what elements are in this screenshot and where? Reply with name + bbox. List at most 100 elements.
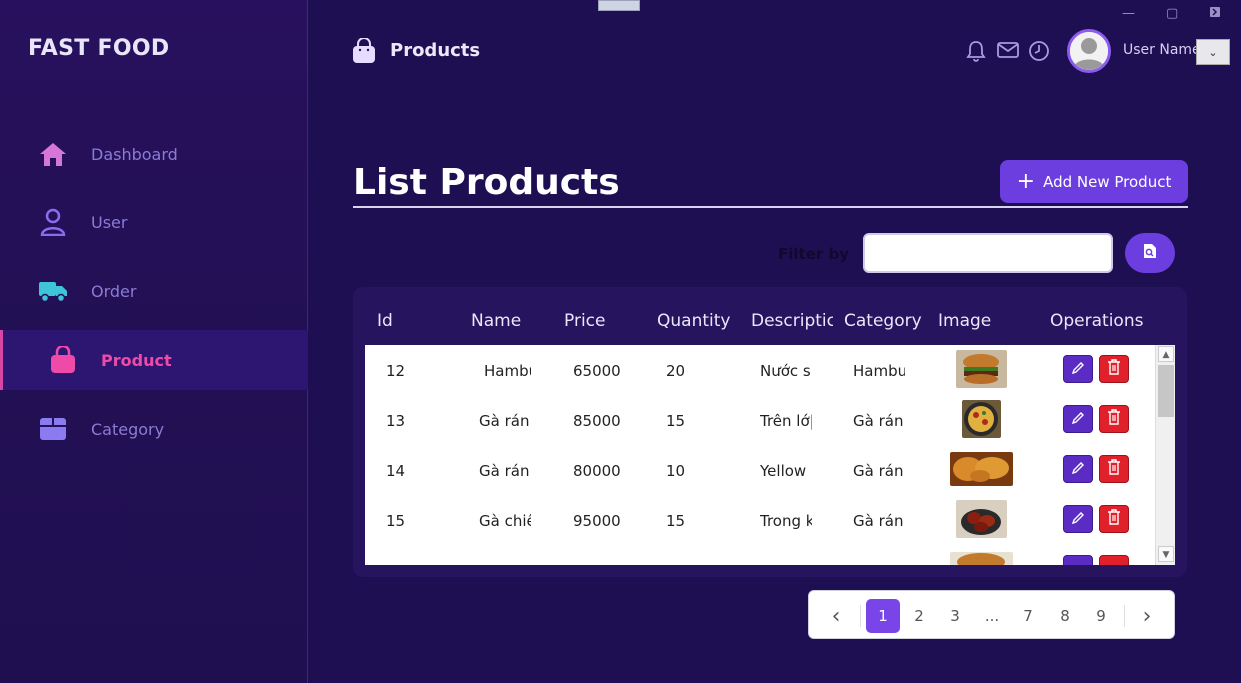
table-scrollbar[interactable]: ▲ ▼ <box>1155 345 1175 565</box>
pagination-page[interactable]: 9 <box>1084 599 1118 633</box>
cell-quantity: 10 <box>666 462 686 480</box>
table-row[interactable] <box>365 545 1155 565</box>
delete-button[interactable] <box>1099 505 1129 533</box>
sidebar-item-dashboard[interactable]: Dashboard <box>0 124 308 184</box>
mail-icon[interactable] <box>997 40 1019 64</box>
cell-category: Hambu <box>853 362 905 380</box>
delete-button[interactable] <box>1099 455 1129 483</box>
delete-button[interactable] <box>1099 405 1129 433</box>
user-icon <box>38 207 68 237</box>
delete-button[interactable] <box>1099 355 1129 383</box>
column-header-description: Descriptic <box>751 311 833 331</box>
clock-icon[interactable] <box>1028 40 1050 66</box>
truck-icon <box>38 276 68 306</box>
chevron-down-icon: ⌄ <box>1208 45 1218 59</box>
cell-price: 80000 <box>573 462 621 480</box>
edit-button[interactable] <box>1063 455 1093 483</box>
page-title: List Products <box>353 162 620 203</box>
cell-id: 13 <box>386 412 406 430</box>
sidebar-item-label: Order <box>91 281 137 301</box>
pagination-page[interactable]: 7 <box>1011 599 1045 633</box>
add-product-button[interactable]: + Add New Product <box>1000 160 1188 203</box>
sidebar-item-order[interactable]: Order <box>0 261 308 321</box>
minimize-button[interactable]: — <box>1122 6 1135 21</box>
sidebar-item-product[interactable]: Product <box>0 330 308 390</box>
edit-button[interactable] <box>1063 505 1093 533</box>
cell-name: Hambu <box>484 362 531 380</box>
table-row[interactable]: 12 Hambu 65000 20 Nước s Hambu <box>365 345 1155 395</box>
column-header-operations: Operations <box>1050 311 1144 331</box>
bell-icon[interactable] <box>966 40 986 66</box>
pagination-page[interactable]: 8 <box>1048 599 1082 633</box>
table-body[interactable]: 12 Hambu 65000 20 Nước s Hambu 13 Gà rán… <box>365 345 1175 565</box>
title-divider <box>353 206 1188 208</box>
table-row[interactable]: 13 Gà rán 85000 15 Trên lớ| Gà rán <box>365 395 1155 445</box>
product-image <box>950 552 1013 565</box>
pagination-page[interactable]: 3 <box>938 599 972 633</box>
pencil-icon <box>1071 360 1085 379</box>
search-icon <box>1142 243 1158 263</box>
table-row[interactable]: 14 Gà rán 80000 10 Yellow Gà rán <box>365 445 1155 495</box>
scroll-up-icon[interactable]: ▲ <box>1158 346 1174 362</box>
cell-quantity: 15 <box>666 512 686 530</box>
shopping-bag-icon <box>48 345 78 375</box>
cell-category: Gà rán <box>853 412 904 430</box>
cell-name: Gà chiê <box>479 512 531 530</box>
product-image <box>950 452 1013 486</box>
cell-quantity: 20 <box>666 362 686 380</box>
maximize-button[interactable]: ▢ <box>1166 6 1178 21</box>
pagination-divider <box>1124 605 1125 627</box>
window-drag-handle[interactable] <box>598 0 640 11</box>
table-row[interactable]: 15 Gà chiê 95000 15 Trong k Gà rán <box>365 495 1155 545</box>
trash-icon <box>1107 459 1121 479</box>
edit-button[interactable] <box>1063 355 1093 383</box>
pagination-prev-button[interactable]: ‹ <box>819 599 853 633</box>
pencil-icon <box>1071 460 1085 479</box>
sidebar-item-label: User <box>91 212 128 232</box>
column-header-price: Price <box>564 311 606 331</box>
cell-name: Gà rán <box>479 462 530 480</box>
sidebar-item-label: Dashboard <box>91 144 178 164</box>
product-image <box>962 400 1001 438</box>
cell-id: 14 <box>386 462 406 480</box>
cell-price: 95000 <box>573 512 621 530</box>
sidebar-item-user[interactable]: User <box>0 192 308 252</box>
page-header-title: Products <box>390 40 481 61</box>
shopping-bag-icon <box>352 37 376 68</box>
delete-button[interactable] <box>1099 555 1129 565</box>
pagination-ellipsis: ... <box>984 607 1000 625</box>
column-header-category: Category <box>844 311 922 331</box>
filter-input[interactable] <box>863 233 1113 273</box>
cell-category: Gà rán <box>853 462 904 480</box>
scroll-down-icon[interactable]: ▼ <box>1158 546 1174 562</box>
pagination-page[interactable]: 2 <box>902 599 936 633</box>
filter-search-button[interactable] <box>1125 233 1175 273</box>
user-dropdown[interactable]: ⌄ <box>1196 39 1230 65</box>
trash-icon <box>1107 409 1121 429</box>
products-table: Id Name Price Quantity Descriptic Catego… <box>353 287 1187 577</box>
filter-label: Filter by <box>778 245 850 263</box>
cell-price: 85000 <box>573 412 621 430</box>
cell-description: Nước s <box>760 362 810 380</box>
avatar[interactable] <box>1067 29 1111 73</box>
product-image <box>956 500 1007 538</box>
trash-icon <box>1107 509 1121 529</box>
pagination-page[interactable]: 1 <box>866 599 900 633</box>
plus-icon: + <box>1016 168 1036 194</box>
edit-button[interactable] <box>1063 405 1093 433</box>
sidebar: FAST FOOD Dashboard User Order Product C… <box>0 0 308 683</box>
column-header-name: Name <box>471 311 522 331</box>
cell-id: 12 <box>386 362 406 380</box>
column-header-image: Image <box>938 311 992 331</box>
product-image <box>956 350 1007 388</box>
edit-button[interactable] <box>1063 555 1093 565</box>
close-button[interactable] <box>1209 6 1221 22</box>
cell-description: Trên lớ| <box>760 412 812 430</box>
scrollbar-thumb[interactable] <box>1158 365 1174 417</box>
pagination: ‹ 1 2 3 ... 7 8 9 › <box>808 590 1175 639</box>
box-icon <box>38 414 68 444</box>
sidebar-item-category[interactable]: Category <box>0 399 308 459</box>
cell-name: Gà rán <box>479 412 530 430</box>
home-icon <box>38 139 68 169</box>
pagination-next-button[interactable]: › <box>1130 599 1164 633</box>
